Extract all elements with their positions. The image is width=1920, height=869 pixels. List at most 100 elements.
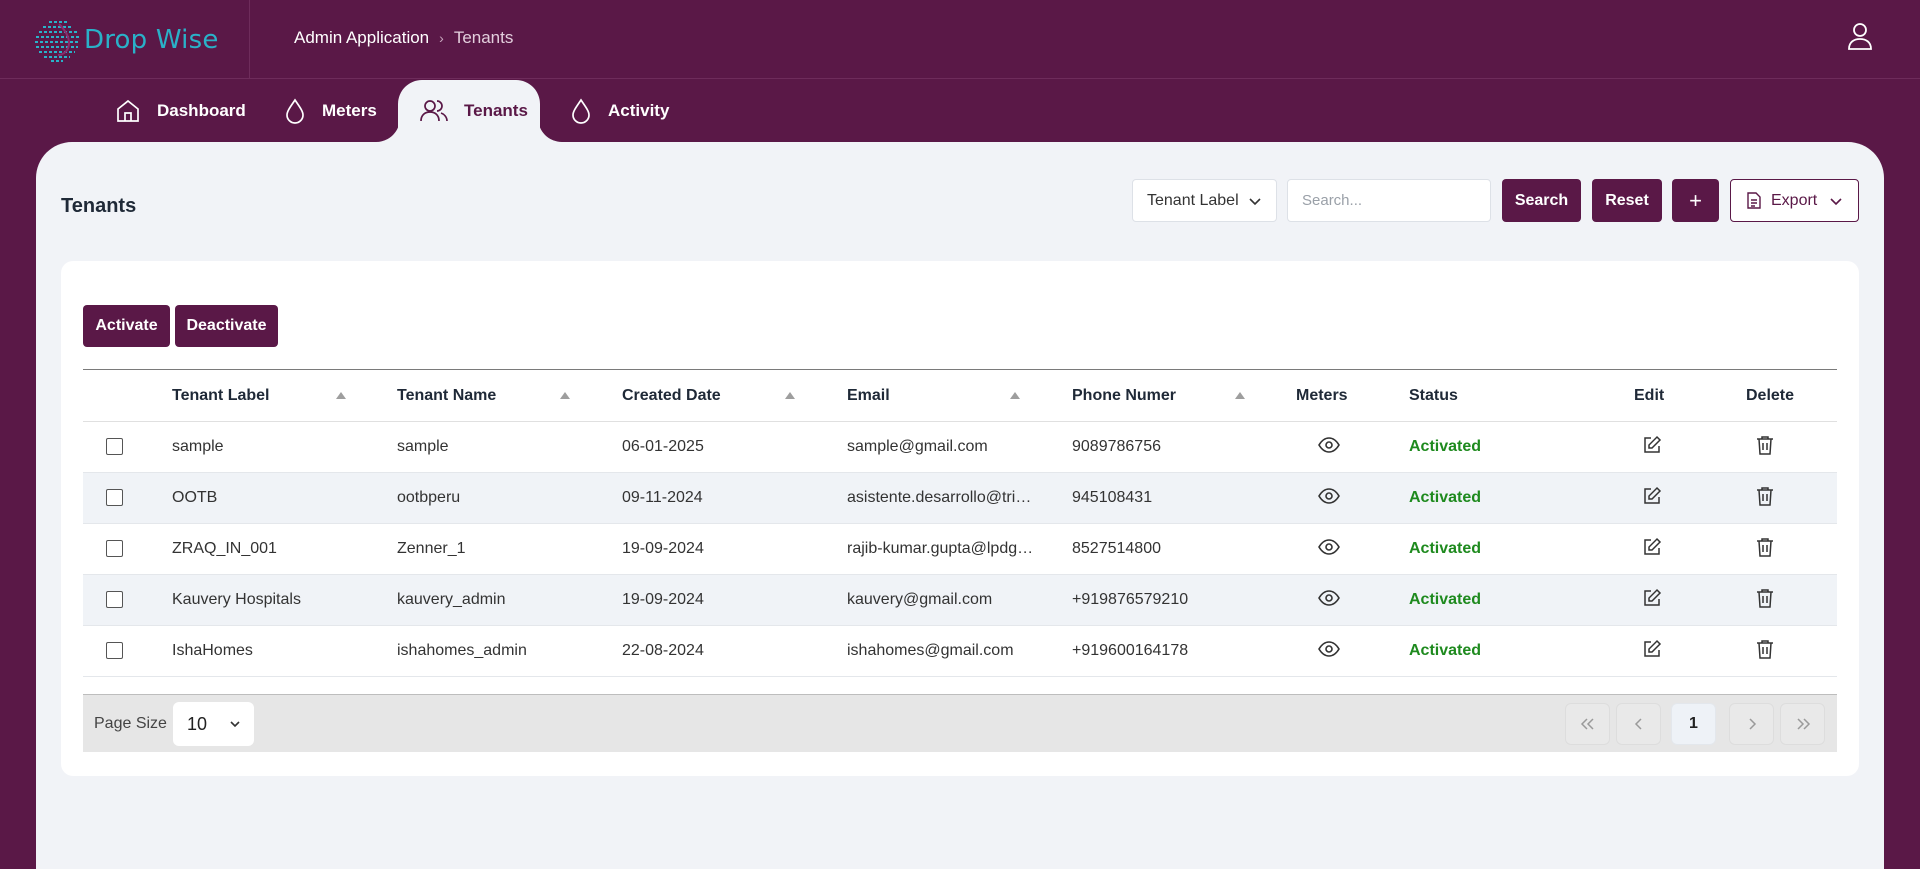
cell-status: Activated	[1409, 540, 1482, 557]
cell-phone: 9089786756	[1072, 438, 1161, 455]
cell-tenant-label: ZRAQ_IN_001	[172, 540, 277, 557]
tab-dashboard-label: Dashboard	[157, 101, 246, 120]
cell-phone: 8527514800	[1072, 540, 1161, 557]
cell-created-date: 06-01-2025	[622, 438, 704, 455]
sort-icon[interactable]	[336, 392, 346, 399]
trash-icon	[1756, 588, 1774, 613]
sort-icon[interactable]	[1235, 392, 1245, 399]
sort-icon[interactable]	[560, 392, 570, 399]
cell-phone: +919876579210	[1072, 591, 1189, 608]
page-size-label: Page Size	[94, 715, 167, 732]
page-size-value: 10	[187, 713, 208, 734]
eye-icon	[1318, 487, 1340, 509]
cell-created-date: 09-11-2024	[622, 489, 703, 506]
deactivate-button[interactable]: Deactivate	[175, 305, 278, 347]
column-header-created-date[interactable]: Created Date	[622, 370, 721, 422]
filter-field-value: Tenant Label	[1147, 191, 1239, 209]
view-meters-button[interactable]	[1299, 524, 1359, 574]
users-icon	[420, 100, 448, 122]
activate-button[interactable]: Activate	[83, 305, 170, 347]
cell-created-date: 19-09-2024	[622, 591, 704, 608]
search-button[interactable]: Search	[1502, 179, 1581, 222]
column-header-status: Status	[1409, 387, 1458, 404]
row-checkbox[interactable]	[106, 591, 123, 608]
cell-created-date: 19-09-2024	[622, 540, 704, 557]
double-chevron-right-icon	[1796, 718, 1810, 730]
column-header-meters: Meters	[1296, 387, 1348, 404]
filter-field-select[interactable]: Tenant Label	[1132, 179, 1277, 222]
tab-activity-label: Activity	[608, 101, 670, 120]
tab-activity[interactable]: Activity	[570, 80, 669, 142]
user-menu-button[interactable]	[1838, 14, 1882, 58]
export-button[interactable]: Export	[1730, 179, 1859, 222]
view-meters-button[interactable]	[1299, 575, 1359, 625]
edit-button[interactable]	[1629, 422, 1675, 472]
tab-tenants-label: Tenants	[464, 101, 528, 120]
eye-icon	[1318, 538, 1340, 560]
row-checkbox[interactable]	[106, 642, 123, 659]
cell-status: Activated	[1409, 438, 1482, 455]
table-body: sample sample 06-01-2025 sample@gmail.com 90…	[83, 422, 1837, 677]
view-meters-button[interactable]	[1299, 626, 1359, 676]
search-input[interactable]	[1287, 179, 1491, 222]
table-row: Kauvery Hospitals kauvery_admin 19-09-2024…	[83, 575, 1837, 626]
column-header-tenant-name[interactable]: Tenant Name	[397, 370, 496, 422]
double-chevron-left-icon	[1580, 718, 1594, 730]
row-checkbox[interactable]	[106, 438, 123, 455]
sort-icon[interactable]	[1010, 392, 1020, 399]
sort-icon[interactable]	[785, 392, 795, 399]
document-icon	[1747, 192, 1761, 209]
column-header-email[interactable]: Email	[847, 370, 890, 422]
logo-text: Drop Wise	[84, 25, 219, 55]
tab-tenants[interactable]: Tenants	[420, 80, 528, 142]
droplet-icon	[572, 98, 590, 124]
row-checkbox[interactable]	[106, 489, 123, 506]
eye-icon	[1318, 640, 1340, 662]
tab-dashboard[interactable]: Dashboard	[115, 80, 246, 142]
cell-tenant-label: sample	[172, 438, 224, 455]
delete-button[interactable]	[1742, 575, 1788, 625]
breadcrumb-root[interactable]: Admin Application	[294, 28, 429, 48]
edit-button[interactable]	[1629, 626, 1675, 676]
app-logo[interactable]: Drop Wise	[33, 16, 219, 64]
next-page-button[interactable]	[1729, 703, 1774, 745]
edit-icon	[1642, 435, 1662, 460]
delete-button[interactable]	[1742, 422, 1788, 472]
page-title: Tenants	[61, 195, 137, 217]
cell-status: Activated	[1409, 591, 1482, 608]
last-page-button[interactable]	[1780, 703, 1825, 745]
first-page-button[interactable]	[1565, 703, 1610, 745]
cell-email: rajib-kumar.gupta@lpdg…	[847, 540, 1032, 557]
delete-button[interactable]	[1742, 626, 1788, 676]
edit-button[interactable]	[1629, 575, 1675, 625]
tab-meters-label: Meters	[322, 101, 377, 120]
view-meters-button[interactable]	[1299, 422, 1359, 472]
current-page-button[interactable]: 1	[1671, 703, 1716, 745]
tab-meters[interactable]: Meters	[284, 80, 377, 142]
cell-tenant-label: IshaHomes	[172, 642, 253, 659]
delete-button[interactable]	[1742, 473, 1788, 523]
logo-mark-icon	[35, 21, 79, 62]
cell-status: Activated	[1409, 642, 1482, 659]
add-tenant-button[interactable]: +	[1672, 179, 1719, 222]
chevron-down-icon	[230, 721, 240, 728]
cell-tenant-name: kauvery_admin	[397, 591, 506, 608]
edit-button[interactable]	[1629, 473, 1675, 523]
reset-button[interactable]: Reset	[1592, 179, 1662, 222]
trash-icon	[1756, 537, 1774, 562]
top-header: Drop Wise Admin Application › Tenants	[0, 0, 1920, 79]
row-checkbox[interactable]	[106, 540, 123, 557]
table-header: Tenant Label Tenant Name Created Date Em…	[83, 370, 1837, 422]
column-header-tenant-label[interactable]: Tenant Label	[172, 370, 270, 422]
view-meters-button[interactable]	[1299, 473, 1359, 523]
eye-icon	[1318, 436, 1340, 458]
edit-icon	[1642, 537, 1662, 562]
prev-page-button[interactable]	[1616, 703, 1661, 745]
page-size-select[interactable]: 10	[173, 702, 254, 746]
edit-button[interactable]	[1629, 524, 1675, 574]
delete-button[interactable]	[1742, 524, 1788, 574]
cell-tenant-name: Zenner_1	[397, 540, 466, 557]
tenants-table: Tenant Label Tenant Name Created Date Em…	[83, 369, 1837, 677]
column-header-phone[interactable]: Phone Numer	[1072, 370, 1176, 422]
cell-tenant-name: sample	[397, 438, 449, 455]
